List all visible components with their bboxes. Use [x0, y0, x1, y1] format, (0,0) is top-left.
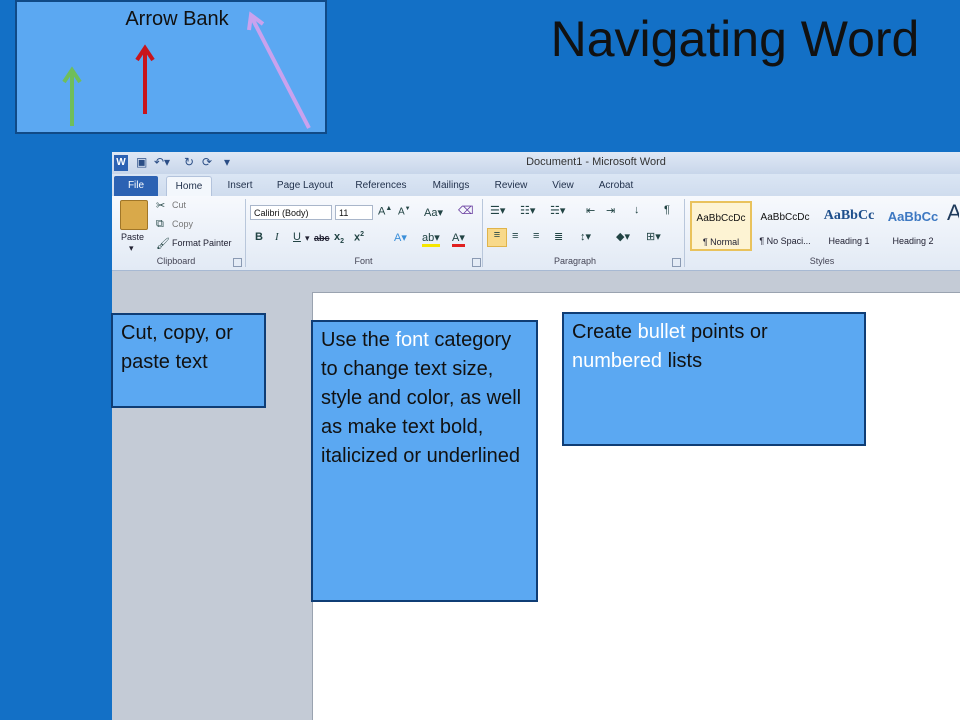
style-sample: AaBbCc	[823, 208, 875, 223]
copy-button[interactable]: Copy	[172, 219, 193, 229]
style-normal[interactable]: AaBbCcDc ¶ Normal	[690, 201, 752, 251]
strikethrough-icon[interactable]: abc	[314, 233, 330, 243]
paste-button[interactable]: Paste	[121, 232, 144, 242]
font-color-icon[interactable]: A▾	[452, 231, 465, 247]
shrink-font-icon[interactable]: A▼	[398, 206, 411, 217]
arrow-bank: Arrow Bank	[15, 0, 327, 134]
font-launcher-icon[interactable]	[472, 258, 481, 267]
paragraph-launcher-icon[interactable]	[672, 258, 681, 267]
numbering-icon[interactable]: ☷▾	[520, 204, 535, 217]
para-callout-highlight-bullet: bullet	[637, 321, 686, 343]
change-case-icon[interactable]: Aa▾	[424, 206, 443, 219]
subscript-icon[interactable]: x2	[334, 231, 344, 245]
underline-icon[interactable]: U	[293, 231, 301, 243]
style-name: Heading 2	[892, 236, 934, 246]
bullets-icon[interactable]: ☰▾	[490, 204, 505, 217]
tab-references[interactable]: References	[348, 176, 414, 196]
justify-icon[interactable]: ≣	[554, 230, 563, 243]
align-right-icon[interactable]: ≡	[533, 230, 539, 242]
multilevel-list-icon[interactable]: ☵▾	[550, 204, 565, 217]
underline-dropdown-icon[interactable]: ▾	[305, 233, 310, 244]
clipboard-callout: Cut, copy, or paste text	[111, 313, 266, 408]
font-group-label: Font	[354, 256, 373, 266]
show-marks-icon[interactable]: ¶	[664, 204, 670, 216]
tab-home[interactable]: Home	[166, 176, 212, 196]
tab-review[interactable]: Review	[488, 176, 534, 196]
style-heading-1[interactable]: AaBbCc Heading 1	[818, 201, 880, 251]
cut-icon: ✂	[156, 200, 166, 212]
font-name-combo[interactable]: Calibri (Body)	[250, 205, 332, 220]
italic-icon[interactable]: I	[275, 231, 279, 243]
grow-font-icon[interactable]: A▲	[378, 205, 392, 218]
font-size-combo[interactable]: 11	[335, 205, 373, 220]
align-left-icon[interactable]: ≡	[487, 228, 507, 247]
tab-view[interactable]: View	[542, 176, 584, 196]
ribbon-home: Paste ▾ ✂ Cut ⧉ Copy 🖌 Format Painter Cl…	[112, 196, 960, 271]
copy-icon: ⧉	[156, 218, 164, 230]
text-effects-icon[interactable]: A▾	[394, 231, 407, 244]
slide-title: Navigating Word	[550, 11, 920, 67]
title-bar: W ▣ ↶▾ ↻ ⟳ ▾ Document1 - Microsoft Word	[112, 152, 960, 174]
format-painter-button[interactable]: Format Painter	[172, 238, 232, 248]
para-callout-highlight-numbered: numbered	[572, 350, 663, 372]
decrease-indent-icon[interactable]: ⇤	[586, 204, 595, 217]
line-spacing-icon[interactable]: ↕▾	[580, 230, 591, 243]
clipboard-callout-text: Cut, copy, or paste text	[121, 322, 233, 373]
bold-icon[interactable]: B	[255, 231, 263, 243]
style-name: Heading 1	[828, 236, 870, 246]
para-callout-text-mid: points or	[685, 321, 768, 343]
cut-button[interactable]: Cut	[172, 200, 186, 210]
style-sample: AaBbCcDc	[760, 212, 810, 223]
paragraph-group-label: Paragraph	[553, 256, 597, 266]
ribbon-tabs: File Home Insert Page Layout References …	[112, 174, 960, 197]
font-callout-text-pre: Use the	[321, 329, 396, 351]
increase-indent-icon[interactable]: ⇥	[606, 204, 615, 217]
font-callout-highlight: font	[395, 329, 429, 351]
paste-dropdown-icon[interactable]: ▾	[129, 243, 134, 254]
style-title[interactable]: A	[946, 201, 960, 251]
style-sample: A	[947, 202, 959, 226]
clipboard-group-label: Clipboard	[156, 256, 196, 266]
shading-icon[interactable]: ◆▾	[616, 230, 630, 243]
tab-acrobat[interactable]: Acrobat	[590, 176, 642, 196]
para-callout-text-post: lists	[662, 350, 703, 372]
arrow-bank-arrows	[62, 11, 311, 129]
align-center-icon[interactable]: ≡	[512, 230, 518, 242]
borders-icon[interactable]: ⊞▾	[646, 230, 661, 243]
tab-file[interactable]: File	[114, 176, 158, 196]
paragraph-callout: Create bullet points or numbered lists	[562, 312, 866, 446]
style-sample: AaBbCcDc	[696, 213, 746, 224]
format-painter-icon: 🖌	[156, 238, 170, 250]
red-arrow-icon	[135, 44, 155, 114]
style-heading-2[interactable]: AaBbCc Heading 2	[882, 201, 944, 251]
highlight-icon[interactable]: ab▾	[422, 231, 440, 247]
style-sample: AaBbCc	[887, 209, 939, 224]
document-title: Document1 - Microsoft Word	[526, 156, 666, 168]
paste-icon[interactable]	[120, 200, 148, 230]
clipboard-launcher-icon[interactable]	[233, 258, 242, 267]
styles-group-label: Styles	[809, 256, 835, 266]
style-name: ¶ No Spaci...	[759, 236, 811, 246]
sort-icon[interactable]: ↓	[634, 204, 640, 216]
green-arrow-icon	[62, 66, 82, 126]
tab-page-layout[interactable]: Page Layout	[270, 176, 340, 196]
clear-formatting-icon[interactable]: ⌫	[458, 204, 474, 217]
tab-insert[interactable]: Insert	[218, 176, 262, 196]
purple-arrow-icon	[247, 11, 311, 129]
style-name: ¶ Normal	[702, 237, 740, 247]
para-callout-text-pre: Create	[572, 321, 638, 343]
style-no-spacing[interactable]: AaBbCcDc ¶ No Spaci...	[754, 201, 816, 251]
tab-mailings[interactable]: Mailings	[422, 176, 480, 196]
font-callout: Use the font category to change text siz…	[311, 320, 538, 602]
superscript-icon[interactable]: x2	[354, 231, 364, 244]
